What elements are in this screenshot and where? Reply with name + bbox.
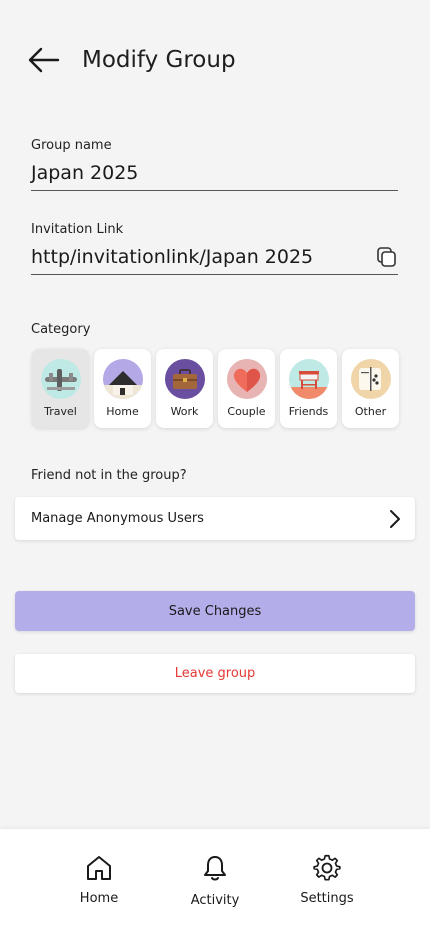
lifeguard-tower-icon bbox=[288, 359, 329, 399]
save-changes-button[interactable]: Save Changes bbox=[15, 591, 415, 631]
invitation-link-label: Invitation Link bbox=[31, 222, 124, 237]
nav-activity-label: Activity bbox=[190, 893, 240, 908]
category-label: Category bbox=[31, 322, 91, 337]
leave-group-button[interactable]: Leave group bbox=[15, 654, 415, 693]
invitation-link-field: Invitation Link http/invitationlink/Japa… bbox=[31, 222, 398, 275]
nav-home-label: Home bbox=[79, 891, 119, 906]
manage-anonymous-users-button[interactable]: Manage Anonymous Users bbox=[15, 497, 415, 540]
invitation-link-input-wrap: http/invitationlink/Japan 2025 bbox=[31, 243, 398, 275]
nav-home[interactable]: Home bbox=[76, 853, 122, 906]
briefcase-icon bbox=[164, 359, 205, 399]
category-couple[interactable]: Couple bbox=[218, 349, 275, 428]
category-friends[interactable]: Friends bbox=[280, 349, 337, 428]
header: Modify Group bbox=[28, 38, 410, 82]
bell-icon bbox=[204, 856, 226, 881]
nav-settings-label: Settings bbox=[300, 891, 354, 906]
category-work[interactable]: Work bbox=[156, 349, 213, 428]
airplane-icon bbox=[40, 359, 81, 399]
back-button[interactable] bbox=[28, 38, 62, 82]
group-name-label: Group name bbox=[31, 138, 112, 153]
category-list: Travel Home Work Couple Friends Other bbox=[32, 349, 399, 428]
group-name-field: Group name Japan 2025 bbox=[31, 138, 398, 191]
category-home[interactable]: Home bbox=[94, 349, 151, 428]
category-label-work: Work bbox=[170, 405, 199, 418]
home-icon bbox=[87, 856, 111, 880]
category-label-couple: Couple bbox=[227, 405, 266, 418]
chevron-right-icon bbox=[390, 509, 400, 528]
page-title: Modify Group bbox=[82, 47, 236, 73]
category-label-friends: Friends bbox=[288, 405, 329, 418]
gear-icon bbox=[313, 854, 341, 881]
category-travel[interactable]: Travel bbox=[32, 349, 89, 428]
category-label-home: Home bbox=[106, 405, 139, 418]
house-icon bbox=[102, 359, 143, 399]
category-other[interactable]: Other bbox=[342, 349, 399, 428]
category-label-travel: Travel bbox=[44, 405, 77, 418]
dice-icon bbox=[350, 359, 391, 399]
arrow-left-icon bbox=[28, 47, 60, 73]
copy-icon[interactable] bbox=[376, 246, 398, 268]
bottom-nav: Home Activity Settings bbox=[0, 829, 430, 929]
invitation-link-input[interactable]: http/invitationlink/Japan 2025 bbox=[31, 246, 313, 268]
manage-anonymous-users-label: Manage Anonymous Users bbox=[31, 511, 204, 526]
nav-settings[interactable]: Settings bbox=[296, 853, 358, 906]
friend-not-in-group-label: Friend not in the group? bbox=[31, 468, 187, 483]
group-name-input-wrap: Japan 2025 bbox=[31, 159, 398, 191]
category-label-other: Other bbox=[354, 405, 387, 418]
nav-activity[interactable]: Activity bbox=[186, 853, 244, 908]
heart-icon bbox=[226, 359, 267, 399]
group-name-input[interactable]: Japan 2025 bbox=[31, 162, 138, 184]
